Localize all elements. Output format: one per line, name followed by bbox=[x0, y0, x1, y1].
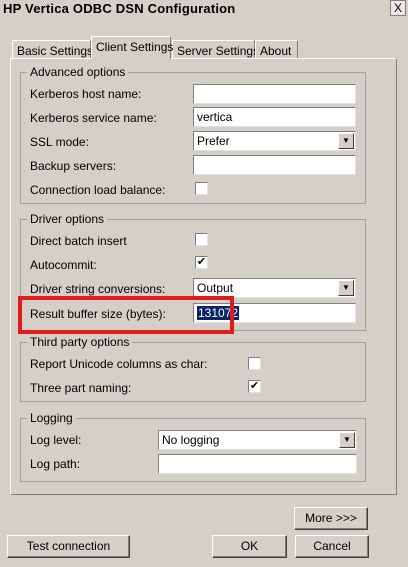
direct-batch-label: Direct batch insert bbox=[30, 234, 127, 248]
kerberos-service-input[interactable]: vertica bbox=[193, 107, 356, 127]
driver-options-title: Driver options bbox=[27, 212, 108, 226]
advanced-options-title: Advanced options bbox=[27, 65, 129, 79]
log-level-label: Log level: bbox=[30, 433, 82, 447]
log-level-value: No logging bbox=[162, 433, 220, 447]
log-path-input[interactable] bbox=[158, 454, 357, 474]
string-conversions-select[interactable]: Output ▼ bbox=[193, 278, 356, 298]
three-part-label: Three part naming: bbox=[30, 381, 132, 395]
autocommit-checkbox[interactable]: ✔ bbox=[195, 256, 208, 269]
unicode-columns-label: Report Unicode columns as char: bbox=[30, 357, 208, 371]
kerberos-host-label: Kerberos host name: bbox=[30, 87, 142, 101]
more-button[interactable]: More >>> bbox=[294, 507, 368, 530]
chevron-down-icon[interactable]: ▼ bbox=[338, 133, 354, 149]
ok-button[interactable]: OK bbox=[212, 535, 287, 558]
backup-servers-label: Backup servers: bbox=[30, 159, 117, 173]
ssl-mode-value: Prefer bbox=[197, 134, 230, 148]
string-conversions-value: Output bbox=[197, 281, 234, 295]
backup-servers-input[interactable] bbox=[193, 155, 356, 175]
autocommit-label: Autocommit: bbox=[30, 258, 97, 272]
unicode-columns-checkbox[interactable] bbox=[248, 357, 261, 370]
chevron-down-icon[interactable]: ▼ bbox=[339, 432, 355, 448]
load-balance-checkbox[interactable] bbox=[195, 182, 208, 195]
string-conversions-label: Driver string conversions: bbox=[30, 282, 166, 296]
direct-batch-checkbox[interactable] bbox=[195, 233, 208, 246]
three-part-checkbox[interactable]: ✔ bbox=[248, 380, 261, 393]
test-connection-button[interactable]: Test connection bbox=[7, 535, 130, 558]
tab-server-settings[interactable]: Server Settings bbox=[172, 40, 259, 58]
title-bar: HP Vertica ODBC DSN Configuration X bbox=[0, 0, 408, 18]
load-balance-label: Connection load balance: bbox=[30, 183, 166, 197]
window-title: HP Vertica ODBC DSN Configuration bbox=[3, 1, 236, 16]
annotation-highlight-box bbox=[18, 296, 234, 334]
log-path-label: Log path: bbox=[30, 457, 81, 471]
kerberos-service-label: Kerberos service name: bbox=[30, 111, 157, 125]
ssl-mode-label: SSL mode: bbox=[30, 135, 89, 149]
chevron-down-icon[interactable]: ▼ bbox=[338, 280, 354, 296]
tab-client-settings[interactable]: Client Settings bbox=[91, 36, 173, 59]
tab-about[interactable]: About bbox=[255, 40, 298, 58]
cancel-button[interactable]: Cancel bbox=[295, 535, 369, 558]
close-button[interactable]: X bbox=[390, 0, 406, 16]
third-party-title: Third party options bbox=[27, 335, 133, 349]
ssl-mode-select[interactable]: Prefer ▼ bbox=[193, 131, 356, 151]
log-level-select[interactable]: No logging ▼ bbox=[158, 430, 357, 450]
tab-basic-settings[interactable]: Basic Settings bbox=[12, 40, 93, 58]
logging-title: Logging bbox=[27, 411, 76, 425]
kerberos-host-input[interactable] bbox=[193, 84, 356, 104]
